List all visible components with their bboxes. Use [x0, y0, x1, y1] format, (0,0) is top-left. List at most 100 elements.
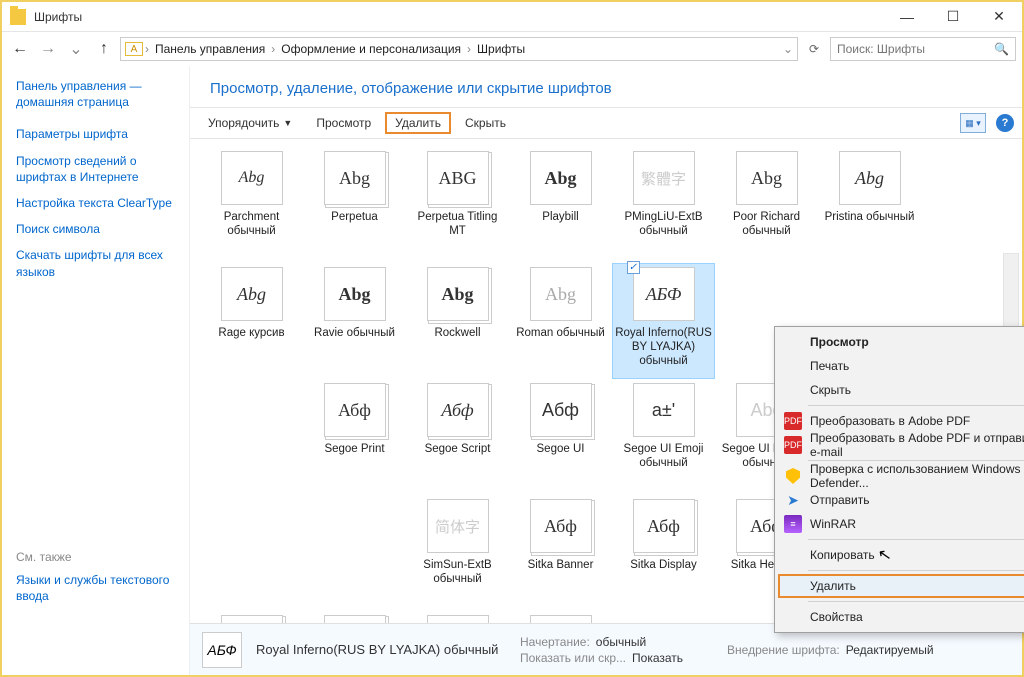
font-preview: 简体字	[427, 499, 489, 553]
font-preview: Abg	[530, 615, 592, 623]
font-item[interactable]: Abg Perpetua	[303, 147, 406, 263]
font-item[interactable]: a±'Segoe UI Emoji обычный	[612, 379, 715, 495]
back-button[interactable]: ←	[8, 37, 32, 61]
breadcrumb-2[interactable]: Шрифты	[473, 42, 529, 56]
cm-preview[interactable]: Просмотр	[778, 330, 1024, 354]
font-label: Rage курсив	[218, 327, 284, 341]
sidebar-link-cleartype[interactable]: Настройка текста ClearType	[16, 195, 175, 211]
font-item[interactable]: AbgParchment обычный	[200, 147, 303, 263]
cm-separator	[808, 405, 1024, 406]
font-label: Royal Inferno(RUS BY LYAJKA) обычный	[614, 327, 713, 368]
toolbar-delete[interactable]: Удалить	[385, 112, 451, 134]
share-icon: ➤	[784, 491, 802, 509]
font-item[interactable]: Абф Sitka Banner	[509, 495, 612, 611]
sidebar-link-params[interactable]: Параметры шрифта	[16, 126, 175, 142]
font-item[interactable]: AbgRavie обычный	[303, 263, 406, 379]
font-label: Roman обычный	[516, 327, 605, 341]
font-preview: Abg	[221, 267, 283, 321]
font-preview: Abg	[324, 151, 386, 205]
search-input[interactable]	[837, 42, 994, 56]
winrar-icon: ≡	[784, 515, 802, 533]
font-item[interactable]: АБФ✓Royal Inferno(RUS BY LYAJKA) обычный	[612, 263, 715, 379]
sidebar-link-home[interactable]: Панель управления — домашняя страница	[16, 78, 175, 110]
cm-defender[interactable]: Проверка с использованием Windows Defend…	[778, 464, 1024, 488]
breadcrumb-sep: ›	[145, 42, 149, 56]
toolbar-organize[interactable]: Упорядочить ▼	[198, 112, 302, 134]
font-label: Segoe UI	[537, 443, 585, 457]
details-show-value: Показать	[632, 651, 683, 665]
cm-delete[interactable]: Удалить	[778, 574, 1024, 598]
cm-hide[interactable]: Скрыть	[778, 378, 1024, 402]
minimize-button[interactable]: —	[884, 2, 930, 32]
details-name: Royal Inferno(RUS BY LYAJKA) обычный	[256, 642, 506, 657]
up-button[interactable]: ↑	[92, 37, 116, 61]
font-item[interactable]: АбфSitka Subheading	[200, 611, 303, 623]
font-item[interactable]: АбфSegoe UI	[509, 379, 612, 495]
breadcrumb-expand[interactable]: ⌄	[783, 42, 793, 56]
font-item[interactable]: АбфSitka Text	[303, 611, 406, 623]
cm-to-pdf-email[interactable]: PDFПреобразовать в Adobe PDF и отправить…	[778, 433, 1024, 457]
font-label: PMingLiU-ExtB обычный	[614, 211, 713, 239]
font-item[interactable]: АбфSegoe Script	[406, 379, 509, 495]
font-item[interactable]: ABGPerpetua Titling MT	[406, 147, 509, 263]
history-dropdown[interactable]: ⌄	[64, 37, 88, 61]
font-item[interactable]: AbgRockwell	[406, 263, 509, 379]
sidebar-link-online[interactable]: Просмотр сведений о шрифтах в Интернете	[16, 153, 175, 185]
cm-to-pdf[interactable]: PDFПреобразовать в Adobe PDF	[778, 409, 1024, 433]
toolbar-preview[interactable]: Просмотр	[306, 112, 381, 134]
cm-send[interactable]: ➤Отправить▸	[778, 488, 1024, 512]
view-mode-button[interactable]: ▦ ▾	[960, 113, 986, 133]
font-item[interactable]: 简体字 SimSun-ExtB обычный	[406, 495, 509, 611]
font-label: Sitka Display	[630, 559, 696, 573]
cm-copy[interactable]: Копировать	[778, 543, 1024, 567]
font-item[interactable]: AbgSmall Fonts обычный	[406, 611, 509, 623]
sidebar-link-languages[interactable]: Языки и службы текстового ввода	[16, 572, 175, 604]
font-label: Playbill	[542, 211, 578, 225]
font-label: Segoe Script	[425, 443, 491, 457]
breadcrumb-0[interactable]: Панель управления	[151, 42, 269, 56]
details-embed-label: Внедрение шрифта:	[727, 643, 840, 657]
font-label: Perpetua	[331, 211, 378, 225]
address-bar[interactable]: A › Панель управления › Оформление и пер…	[120, 37, 798, 61]
font-label: Parchment обычный	[202, 211, 301, 239]
see-also-label: См. также	[16, 550, 175, 564]
maximize-button[interactable]: ☐	[930, 2, 976, 32]
font-label: Sitka Banner	[528, 559, 594, 573]
content-area: Просмотр, удаление, отображение или скры…	[190, 66, 1022, 675]
font-label: Segoe Print	[324, 443, 384, 457]
font-label: SimSun-ExtB обычный	[408, 559, 507, 587]
window-title: Шрифты	[34, 10, 884, 24]
cm-print[interactable]: Печать	[778, 354, 1024, 378]
details-show-label: Показать или скр...	[520, 651, 626, 665]
font-item[interactable]: AbgPristina обычный	[818, 147, 921, 263]
fonts-folder-icon: A	[125, 42, 143, 56]
sidebar-link-charsearch[interactable]: Поиск символа	[16, 221, 175, 237]
font-item[interactable]: AbgSnap ITC обычный	[509, 611, 612, 623]
font-item[interactable]: AbgRoman обычный	[509, 263, 612, 379]
breadcrumb-1[interactable]: Оформление и персонализация	[277, 42, 465, 56]
forward-button[interactable]: →	[36, 37, 60, 61]
nav-bar: ← → ⌄ ↑ A › Панель управления › Оформлен…	[2, 32, 1022, 66]
cm-properties[interactable]: Свойства	[778, 605, 1024, 629]
details-style-label: Начертание:	[520, 635, 590, 649]
font-item[interactable]: АбфSitka Display	[612, 495, 715, 611]
font-preview: Абф	[530, 499, 592, 553]
font-item[interactable]: Abg Rage курсив	[200, 263, 303, 379]
font-preview: Abg	[736, 151, 798, 205]
refresh-button[interactable]: ⟳	[802, 37, 826, 61]
font-item[interactable]: AbgPoor Richard обычный	[715, 147, 818, 263]
search-box[interactable]: 🔍	[830, 37, 1016, 61]
close-button[interactable]: ✕	[976, 2, 1022, 32]
font-item[interactable]: 繁體字PMingLiU-ExtB обычный	[612, 147, 715, 263]
shield-icon	[784, 467, 802, 485]
font-preview: Abg	[530, 151, 592, 205]
cm-winrar[interactable]: ≡WinRAR▸	[778, 512, 1024, 536]
checkbox-icon[interactable]: ✓	[627, 261, 640, 274]
sidebar-link-download[interactable]: Скачать шрифты для всех языков	[16, 247, 175, 279]
font-label: Perpetua Titling MT	[408, 211, 507, 239]
help-button[interactable]: ?	[996, 114, 1014, 132]
context-menu: Просмотр Печать Скрыть PDFПреобразовать …	[774, 326, 1024, 633]
toolbar-hide[interactable]: Скрыть	[455, 112, 516, 134]
font-item[interactable]: Abg Playbill	[509, 147, 612, 263]
font-item[interactable]: АбфSegoe Print	[303, 379, 406, 495]
